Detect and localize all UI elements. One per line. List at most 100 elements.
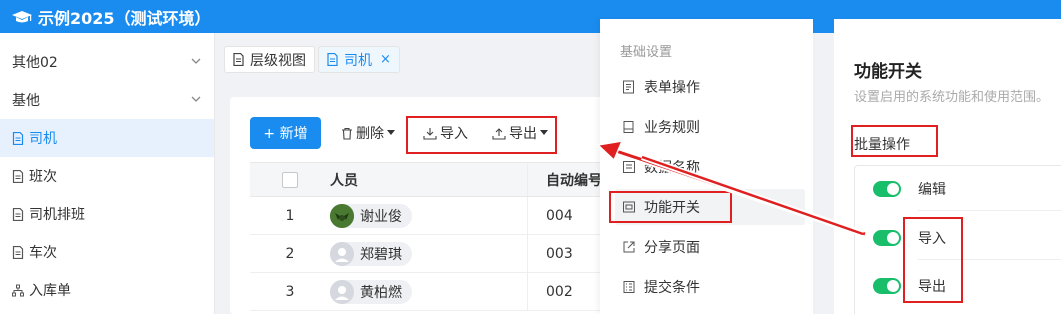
switch-row-export [873,276,901,296]
app-title: 示例2025（测试环境） [38,8,211,28]
menu-heading: 基础设置 [620,45,673,60]
menu-item-submit-conditions[interactable]: 提交条件 [615,269,805,305]
graduation-cap-icon [12,10,32,24]
sidebar-item-label: 其他02 [12,55,58,71]
sidebar-item-inbound[interactable]: 入库单 [0,271,214,309]
table-row[interactable]: 2 郑碧琪 003 [250,235,630,273]
share-icon [623,241,635,253]
person-name: 郑碧琪 [360,246,402,263]
edit-toggle[interactable] [873,181,901,197]
switch-row-import [873,228,901,248]
document-icon [12,245,24,259]
sidebar-item-driver-schedule[interactable]: 司机排班 [0,195,214,233]
document-icon [233,53,244,66]
user-avatar-icon [330,241,354,266]
trash-icon [342,127,352,140]
header-code: 自动编号 [546,172,602,189]
form-icon [623,80,634,94]
import-button[interactable]: 导入 [423,117,468,149]
sidebar-item-trip[interactable]: 车次 [0,233,214,271]
panel-title: 功能开关 [854,62,922,82]
header-person-label: 人员 [330,172,358,189]
tab-driver[interactable]: 司机 × [318,46,400,73]
document-icon [12,207,24,221]
panel-subtitle: 设置启用的系统功能和使用范围。 [854,90,1050,105]
sidebar-item-shift[interactable]: 班次 [0,157,214,195]
toolbar: + 新增 删除 导入 导出 [250,117,552,149]
sidebar-item-driver[interactable]: 司机 [0,119,214,157]
table-row[interactable]: 1 谢业俊 004 [250,197,630,235]
menu-item-feature-switch[interactable]: 功能开关 [615,189,805,225]
header-person: 人员 [330,163,528,196]
hierarchy-icon [12,284,24,296]
row-index: 1 [285,207,295,224]
switch-icon [623,201,635,213]
tab-hierarchy-view[interactable]: 层级视图 [224,46,315,73]
row-index: 2 [285,245,295,262]
person-cell: 谢业俊 [330,197,528,234]
data-name-icon [623,161,635,173]
add-button[interactable]: + 新增 [250,117,321,149]
sidebar-item-other02[interactable]: 其他02 [0,43,214,81]
menu-item-label: 数据名称 [644,160,700,176]
menu-item-form-ops[interactable]: 表单操作 [615,69,805,105]
person-chip[interactable]: 谢业俊 [330,203,412,228]
chevron-down-icon [191,58,201,64]
table-row[interactable]: 3 黄柏燃 002 [250,273,630,311]
user-avatar-icon [330,279,354,304]
export-label: 导出 [509,126,537,142]
sidebar-item-label: 车次 [29,245,57,261]
person-name: 黄柏燃 [360,284,402,301]
menu-item-label: 业务规则 [644,120,700,136]
import-toggle[interactable] [873,230,901,246]
sidebar-item-label: 入库单 [29,283,71,299]
delete-button[interactable]: 删除 [341,117,399,149]
main-content: + 新增 删除 导入 导出 人员 自动编号 1 谢业俊 004 2 郑碧琪 00… [230,97,630,314]
switch-label-edit: 编辑 [918,182,946,198]
switch-label-import: 导入 [918,231,946,247]
sidebar-item-label: 司机排班 [29,207,85,223]
divider [918,259,1061,260]
sidebar: 其他02 基他 司机 班次 司机排班 车次 入库单 [0,33,215,314]
submit-icon [623,281,635,293]
sidebar-item-label: 基他 [12,93,40,109]
switch-row-edit [873,179,901,199]
person-cell: 郑碧琪 [330,235,528,272]
tab-label: 层级视图 [250,52,306,69]
export-button[interactable]: 导出 [492,117,552,149]
person-chip[interactable]: 黄柏燃 [330,279,412,304]
select-all-checkbox[interactable] [282,171,298,188]
menu-item-label: 提交条件 [644,280,700,296]
code-cell: 004 [546,207,573,224]
table-header: 人员 自动编号 [250,163,630,197]
avatar [330,203,354,228]
menu-item-data-name[interactable]: 数据名称 [615,149,805,185]
person-cell: 黄柏燃 [330,273,528,310]
sidebar-item-label: 班次 [29,169,57,185]
document-icon [327,53,338,66]
code-cell: 002 [546,283,573,300]
document-icon [12,169,24,183]
switch-list: 编辑 导入 导出 [854,165,1061,314]
upload-icon [492,127,506,140]
settings-menu: 基础设置 表单操作 业务规则 数据名称 功能开关 分享页面 提交条件 [600,19,813,314]
menu-item-label: 表单操作 [644,80,700,96]
caret-down-icon [540,130,548,135]
document-icon [12,131,24,145]
section-title: 批量操作 [854,137,910,153]
menu-item-label: 分享页面 [644,240,700,256]
divider [918,210,1061,211]
export-toggle[interactable] [873,278,901,294]
row-index: 3 [285,283,295,300]
chevron-down-icon [191,96,201,102]
person-chip[interactable]: 郑碧琪 [330,241,412,266]
caret-down-icon [387,130,395,135]
data-table: 人员 自动编号 1 谢业俊 004 2 郑碧琪 003 3 黄柏燃 002 [250,162,630,311]
sidebar-item-jita[interactable]: 基他 [0,81,214,119]
rule-icon [623,121,634,133]
close-icon[interactable]: × [380,52,391,67]
import-label: 导入 [440,126,468,142]
switch-label-export: 导出 [918,279,946,295]
menu-item-business-rules[interactable]: 业务规则 [615,109,805,145]
menu-item-share-page[interactable]: 分享页面 [615,229,805,265]
